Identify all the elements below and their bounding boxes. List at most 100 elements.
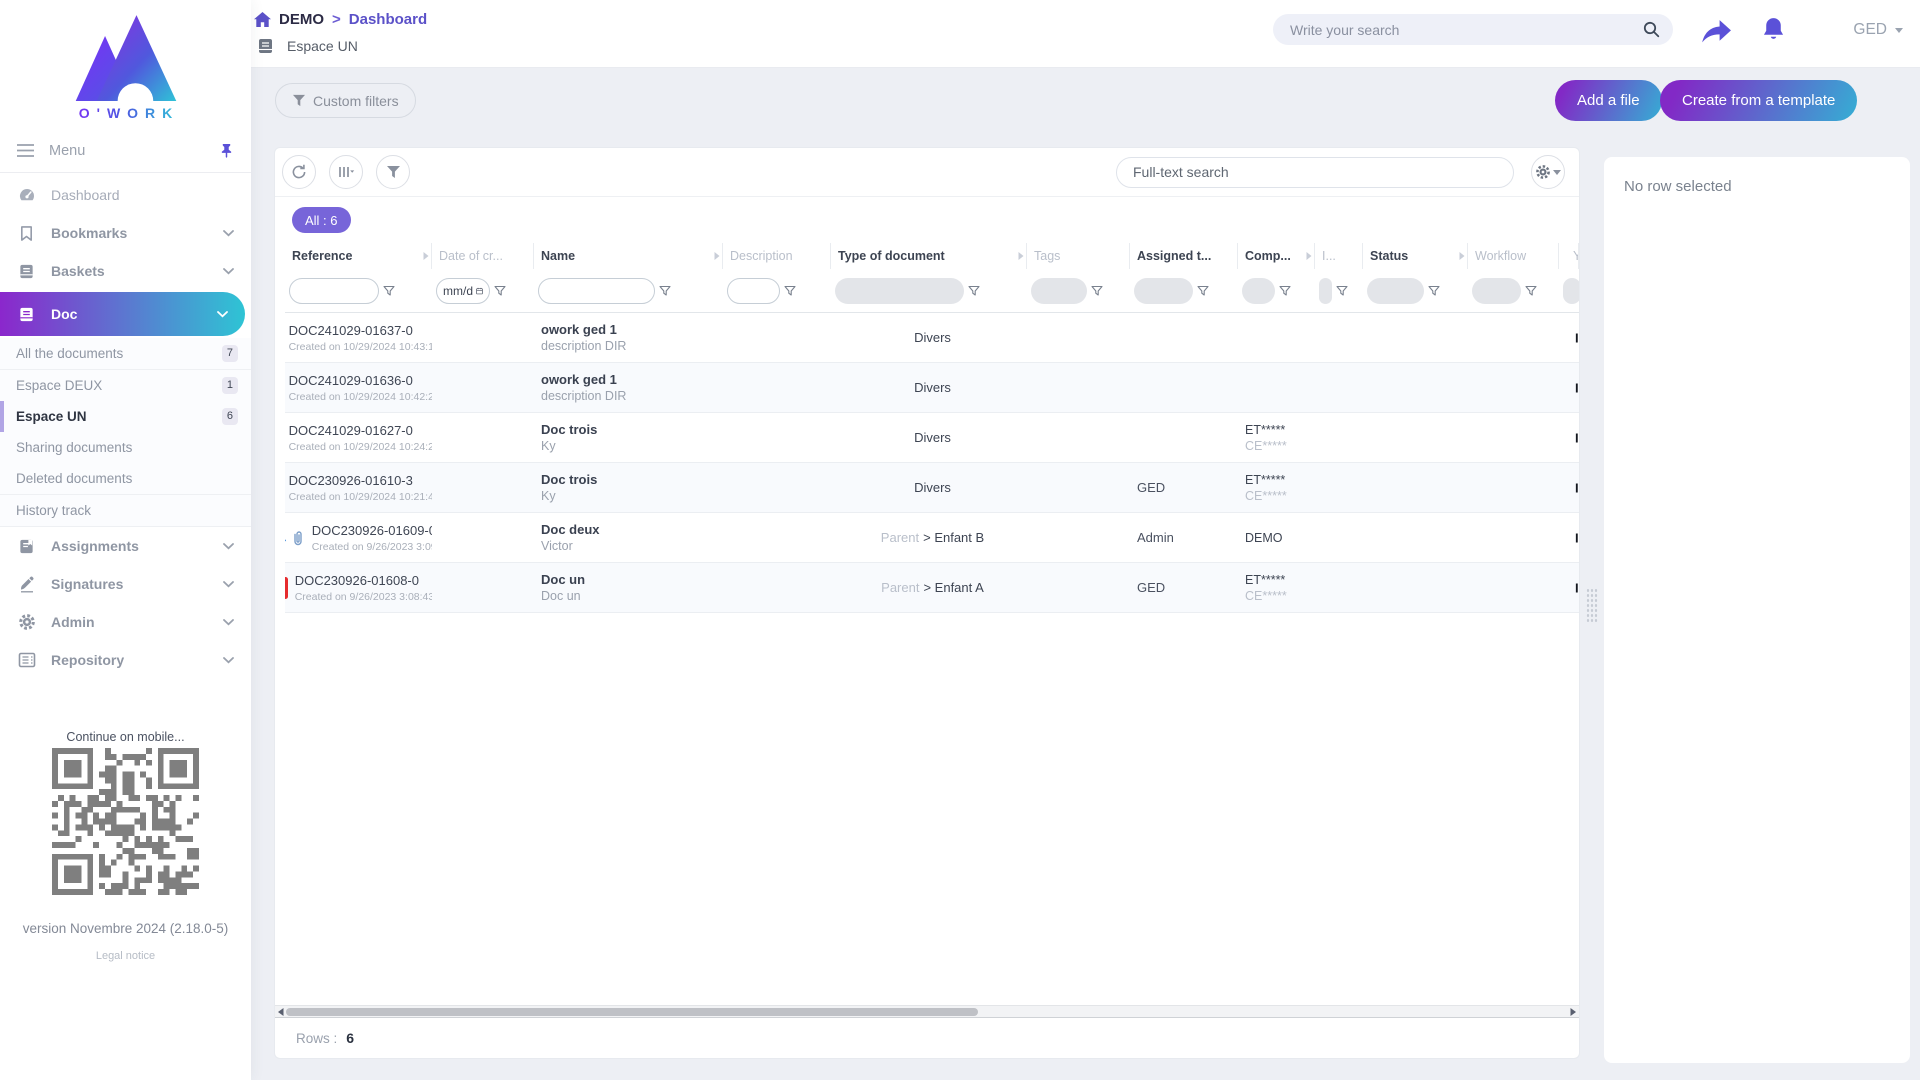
filter-funnel-icon[interactable]	[784, 285, 796, 297]
table-row[interactable]: DOC241029-01637-0Created on 10/29/2024 1…	[285, 313, 1579, 363]
sidebar-item-baskets[interactable]: Baskets	[0, 252, 251, 290]
filter-funnel-icon[interactable]	[1091, 285, 1103, 297]
sidebar-item-label: Repository	[51, 652, 124, 668]
filter-input[interactable]	[538, 278, 655, 304]
table-settings-button[interactable]	[1531, 155, 1565, 189]
home-icon[interactable]	[254, 12, 271, 27]
all-rows-chip[interactable]: All : 6	[292, 207, 351, 233]
column-header-assigned-t[interactable]: Assigned t...	[1130, 243, 1238, 269]
expand-column-icon[interactable]	[1458, 251, 1466, 261]
sidebar-item-repository[interactable]: Repository	[0, 641, 251, 679]
company-line1: DEMO	[1245, 531, 1315, 545]
cell-clipped: I	[1559, 563, 1579, 612]
scrollbar-thumb[interactable]	[286, 1008, 978, 1016]
filter-disabled[interactable]	[1242, 278, 1275, 304]
sidebar-subitem-espace-deux[interactable]: Espace DEUX1	[0, 370, 251, 401]
filter-disabled[interactable]	[835, 278, 964, 304]
columns-button[interactable]	[329, 155, 363, 189]
filter-funnel-icon[interactable]	[968, 285, 980, 297]
column-header-date-of-cr[interactable]: Date of cr...	[432, 243, 534, 269]
pin-icon[interactable]	[220, 143, 233, 158]
doc-subtitle: Victor	[541, 539, 723, 553]
sidebar-subitem-all-the-documents[interactable]: All the documents7	[0, 338, 251, 369]
filter-reference	[285, 278, 432, 304]
filter-funnel-icon[interactable]	[659, 285, 671, 297]
filter-input[interactable]	[727, 278, 780, 304]
filter-button[interactable]	[376, 155, 410, 189]
scroll-left-icon[interactable]	[278, 1008, 284, 1016]
sidebar-subitem-espace-un[interactable]: Espace UN6	[0, 401, 251, 432]
sidebar-item-dashboard[interactable]: Dashboard	[0, 176, 251, 214]
sidebar-subitem-sharing-documents[interactable]: Sharing documents	[0, 432, 251, 463]
scroll-right-icon[interactable]	[1570, 1008, 1576, 1016]
filter-funnel-icon[interactable]	[1525, 285, 1537, 297]
hamburger-icon[interactable]	[17, 144, 34, 157]
column-header-type-of-document[interactable]: Type of document	[831, 243, 1027, 269]
table-row[interactable]: DOC230926-01610-3Created on 10/29/2024 1…	[285, 463, 1579, 513]
sidebar-subitem-deleted-documents[interactable]: Deleted documents	[0, 463, 251, 494]
custom-filters-button[interactable]: Custom filters	[275, 83, 416, 118]
filter-disabled[interactable]	[1319, 278, 1332, 304]
user-menu[interactable]: GED	[1853, 21, 1903, 39]
type-parent: Parent	[881, 580, 919, 595]
column-header-description[interactable]: Description	[723, 243, 831, 269]
column-header-comp[interactable]: Comp...	[1238, 243, 1315, 269]
horizontal-scrollbar[interactable]	[275, 1005, 1579, 1018]
table-row[interactable]: DOC241029-01636-0Created on 10/29/2024 1…	[285, 363, 1579, 413]
filter-disabled[interactable]	[1563, 278, 1579, 304]
sidebar-item-label: Dashboard	[51, 187, 120, 203]
filter-date-input[interactable]: mm/d	[436, 278, 490, 304]
cell-description	[723, 513, 831, 562]
breadcrumb-root[interactable]: DEMO	[279, 11, 324, 28]
filter-funnel-icon[interactable]	[1197, 285, 1209, 297]
table-row[interactable]: DOC241029-01627-0Created on 10/29/2024 1…	[285, 413, 1579, 463]
column-header-reference[interactable]: Reference	[285, 243, 432, 269]
sidebar-item-admin[interactable]: Admin	[0, 603, 251, 641]
legal-notice-link[interactable]: Legal notice	[0, 950, 251, 962]
fulltext-search-input[interactable]	[1116, 157, 1514, 188]
column-header-i[interactable]: I...	[1315, 243, 1363, 269]
cell-reference: DOC241029-01627-0Created on 10/29/2024 1…	[285, 413, 432, 462]
sidebar-subitem-history-track[interactable]: History track	[0, 495, 251, 526]
filter-funnel-icon[interactable]	[383, 285, 395, 297]
column-header-workflow[interactable]: Workflow	[1468, 243, 1559, 269]
expand-column-icon[interactable]	[1305, 251, 1313, 261]
sidebar-item-signatures[interactable]: Signatures	[0, 565, 251, 603]
expand-column-icon[interactable]	[713, 251, 721, 261]
filter-funnel-icon[interactable]	[1279, 285, 1291, 297]
panel-resize-handle[interactable]	[1586, 588, 1598, 624]
column-label: Type of document	[838, 249, 945, 263]
column-header-name[interactable]: Name	[534, 243, 723, 269]
assignments-icon	[17, 538, 36, 555]
column-header-status[interactable]: Status	[1363, 243, 1468, 269]
table-row[interactable]: w DOC230926-01609-0Created on 9/26/2023 …	[285, 513, 1579, 563]
filter-funnel-icon[interactable]	[1428, 285, 1440, 297]
filter-funnel-icon[interactable]	[494, 285, 506, 297]
cell-reference: DOC241029-01637-0Created on 10/29/2024 1…	[285, 313, 432, 362]
expand-column-icon[interactable]	[1017, 251, 1025, 261]
sidebar-item-assignments[interactable]: Assignments	[0, 527, 251, 565]
global-search-input[interactable]	[1290, 22, 1643, 38]
share-icon[interactable]	[1701, 19, 1732, 46]
notifications-bell-icon[interactable]	[1761, 16, 1786, 43]
expand-column-icon[interactable]	[422, 251, 430, 261]
add-file-button[interactable]: Add a file	[1555, 80, 1662, 121]
cell-company	[1238, 363, 1315, 412]
column-header-y[interactable]: Y	[1559, 243, 1579, 269]
create-from-template-button[interactable]: Create from a template	[1660, 80, 1857, 121]
search-icon[interactable]	[1643, 21, 1660, 38]
company-line1: ET*****	[1245, 573, 1315, 587]
filter-input[interactable]	[289, 278, 379, 304]
refresh-button[interactable]	[282, 155, 316, 189]
table-row[interactable]: DOC230926-01608-0Created on 9/26/2023 3:…	[285, 563, 1579, 613]
sidebar-item-doc[interactable]: Doc	[0, 292, 245, 336]
filter-disabled[interactable]	[1472, 278, 1521, 304]
breadcrumb-current[interactable]: Dashboard	[349, 11, 427, 28]
filter-disabled[interactable]	[1031, 278, 1087, 304]
filter-funnel-icon[interactable]	[1336, 285, 1348, 297]
filter-disabled[interactable]	[1134, 278, 1193, 304]
filter-disabled[interactable]	[1367, 278, 1424, 304]
column-header-tags[interactable]: Tags	[1027, 243, 1130, 269]
sidebar-item-label: Assignments	[51, 538, 139, 554]
sidebar-item-bookmarks[interactable]: Bookmarks	[0, 214, 251, 252]
